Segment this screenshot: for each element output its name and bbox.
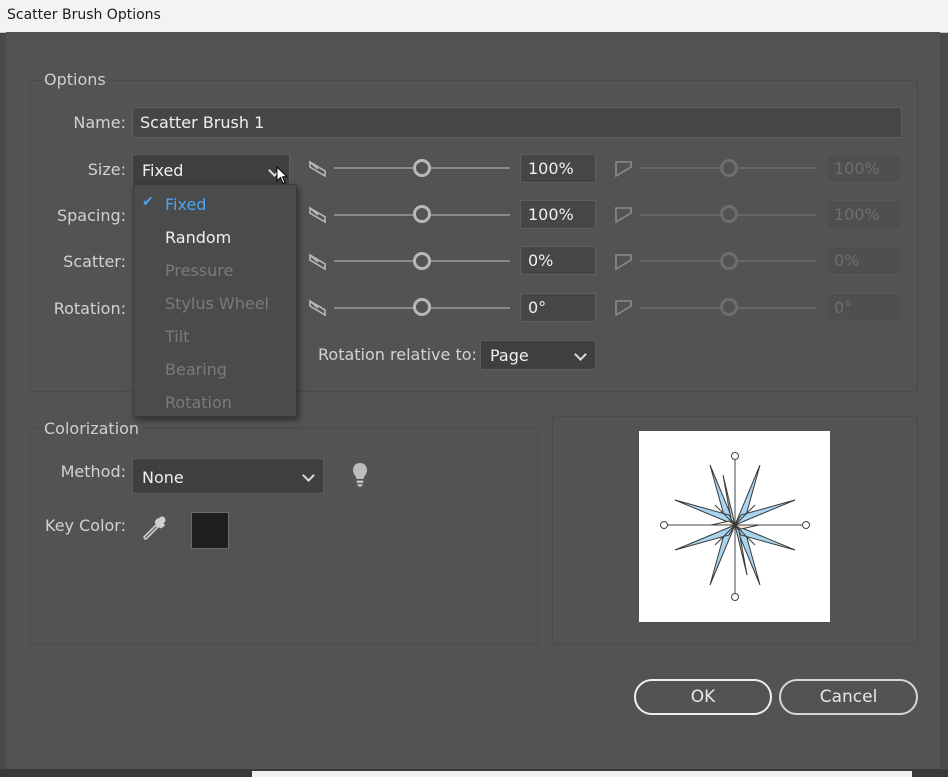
title-bar: Scatter Brush Options — [0, 0, 948, 33]
min-variation-icon — [309, 299, 326, 317]
spacing-slider-handle[interactable] — [413, 205, 431, 223]
size-variation-value: Fixed — [142, 161, 184, 180]
menu-item-pressure: Pressure — [165, 261, 234, 280]
scatter-max-value-field: 0% — [826, 246, 902, 275]
size-max-value-field: 100% — [826, 154, 902, 183]
max-variation-icon — [615, 300, 632, 317]
brush-preview — [639, 431, 830, 622]
menu-item-tilt: Tilt — [165, 327, 190, 346]
chevron-down-icon — [302, 469, 315, 482]
scatter-label: Scatter: — [63, 252, 126, 271]
scatter-star-preview — [660, 452, 810, 601]
spacing-max-slider-handle — [720, 205, 738, 223]
background-strip — [0, 769, 948, 777]
size-variation-menu: ✔ Fixed Random Pressure Stylus Wheel Tilt Bea… — [133, 184, 297, 417]
rotation-relative-dropdown[interactable]: Page — [480, 340, 596, 370]
cancel-button[interactable]: Cancel — [779, 679, 918, 715]
name-field[interactable]: Scatter Brush 1 — [132, 107, 902, 138]
max-variation-icon — [615, 207, 632, 224]
colorization-title: Colorization — [42, 419, 142, 438]
scatter-value-field[interactable]: 0% — [520, 246, 596, 275]
size-max-slider-handle — [720, 159, 738, 177]
spacing-max-value-field: 100% — [826, 200, 902, 229]
eyedropper-icon[interactable] — [141, 514, 168, 542]
checkmark-icon: ✔ — [142, 194, 154, 210]
lightbulb-icon[interactable] — [351, 461, 369, 489]
method-value: None — [142, 468, 184, 487]
size-variation-dropdown[interactable]: Fixed — [132, 154, 290, 185]
options-title: Options — [42, 70, 108, 89]
spacing-value-field[interactable]: 100% — [520, 200, 596, 229]
rotation-relative-value: Page — [490, 346, 529, 365]
chevron-down-icon — [574, 348, 587, 361]
scatter-slider-handle[interactable] — [413, 252, 431, 270]
key-color-label: Key Color: — [45, 516, 126, 535]
scatter-max-slider-handle — [720, 252, 738, 270]
max-variation-icon — [615, 161, 632, 178]
min-variation-icon — [309, 160, 326, 178]
max-variation-icon — [615, 254, 632, 271]
size-slider-handle[interactable] — [413, 159, 431, 177]
ok-button[interactable]: OK — [634, 679, 772, 715]
menu-item-random[interactable]: Random — [165, 228, 231, 247]
rotation-value-field[interactable]: 0° — [520, 293, 596, 322]
method-label: Method: — [60, 462, 126, 481]
size-value-field[interactable]: 100% — [520, 154, 596, 183]
menu-item-rotation: Rotation — [165, 393, 232, 412]
min-variation-icon — [309, 253, 326, 271]
key-color-swatch[interactable] — [191, 512, 229, 549]
rotation-label: Rotation: — [53, 299, 126, 318]
rotation-relative-label: Rotation relative to: — [318, 345, 477, 364]
method-dropdown[interactable]: None — [132, 458, 324, 494]
size-label: Size: — [87, 160, 126, 179]
spacing-label: Spacing: — [56, 206, 126, 225]
name-label: Name: — [73, 113, 126, 132]
menu-item-stylus-wheel: Stylus Wheel — [165, 294, 269, 313]
menu-item-fixed[interactable]: Fixed — [165, 195, 206, 214]
min-variation-icon — [309, 206, 326, 224]
rotation-slider-handle[interactable] — [413, 298, 431, 316]
menu-item-bearing: Bearing — [165, 360, 227, 379]
rotation-max-slider-handle — [720, 298, 738, 316]
rotation-max-value-field: 0° — [826, 293, 902, 322]
mouse-cursor-icon — [276, 166, 288, 185]
window-title: Scatter Brush Options — [7, 7, 161, 23]
